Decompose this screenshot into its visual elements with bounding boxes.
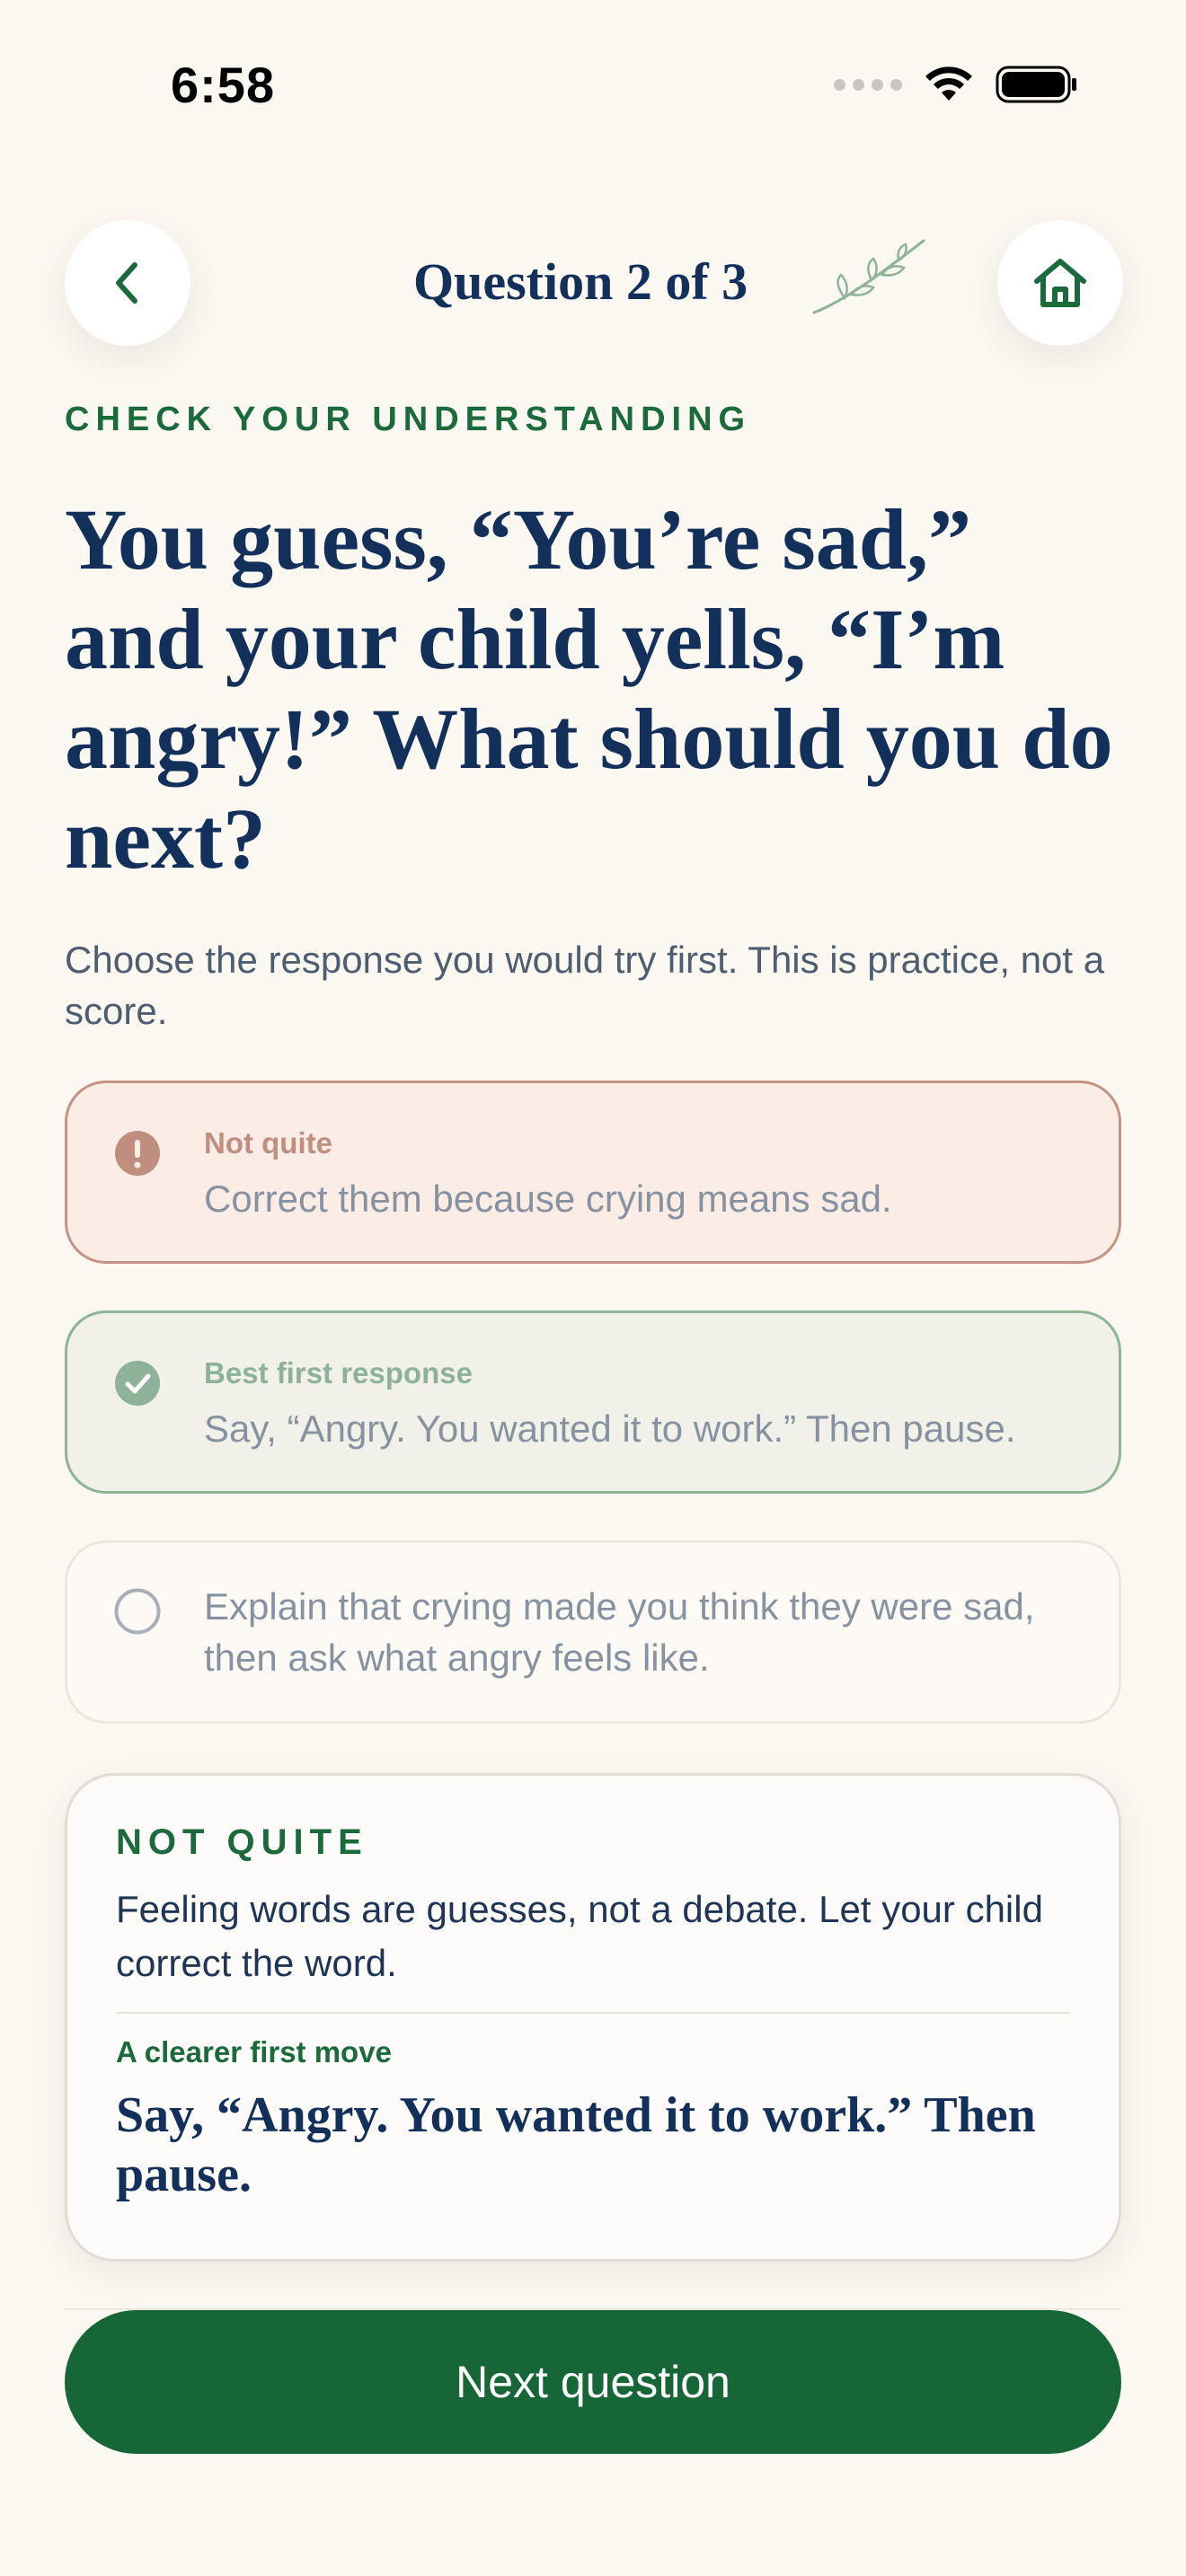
chevron-left-icon — [116, 262, 137, 304]
status-time: 6:58 — [171, 57, 276, 113]
feedback-title: NOT QUITE — [116, 1822, 368, 1862]
question-text: You guess, “You’re sad,” and your child … — [65, 491, 1113, 887]
status-icons — [834, 65, 1078, 104]
answer-option-unselected[interactable]: Explain that crying made you think they … — [65, 1540, 1121, 1724]
radio-empty-icon — [114, 1588, 161, 1635]
check-circle-icon — [115, 1361, 160, 1406]
signal-icon — [834, 78, 902, 91]
option-text: Say, “Angry. You wanted it to work.” The… — [204, 1407, 1016, 1450]
option-text: Explain that crying made you think they … — [204, 1585, 1035, 1679]
section-kicker: CHECK YOUR UNDERSTANDING — [65, 401, 752, 438]
next-question-button[interactable]: Next question — [65, 2310, 1121, 2454]
feedback-divider — [116, 2012, 1070, 2014]
back-button[interactable] — [65, 220, 190, 346]
feedback-body: Feeling words are guesses, not a debate.… — [116, 1888, 1043, 1984]
answer-option-incorrect[interactable]: Not quite Correct them because crying me… — [65, 1081, 1121, 1264]
home-button[interactable] — [997, 220, 1123, 346]
instructions-text: Choose the response you would try first.… — [65, 939, 1105, 1032]
feedback-suggestion-label: A clearer first move — [116, 2035, 392, 2069]
wifi-icon — [925, 66, 972, 101]
leaf-sprig-icon — [812, 239, 925, 314]
option-text: Correct them because crying means sad. — [204, 1178, 892, 1220]
option-status-label: Not quite — [204, 1126, 332, 1160]
feedback-suggestion-quote: Say, “Angry. You wanted it to work.” The… — [116, 2087, 1036, 2202]
answer-option-correct[interactable]: Best first response Say, “Angry. You wan… — [65, 1310, 1121, 1494]
option-status-label: Best first response — [204, 1356, 473, 1389]
page-title: Question 2 of 3 — [413, 252, 748, 311]
battery-icon — [996, 66, 1076, 103]
home-icon — [1034, 259, 1086, 307]
alert-icon — [115, 1131, 160, 1176]
feedback-card: NOT QUITE Feeling words are guesses, not… — [65, 1773, 1121, 2262]
